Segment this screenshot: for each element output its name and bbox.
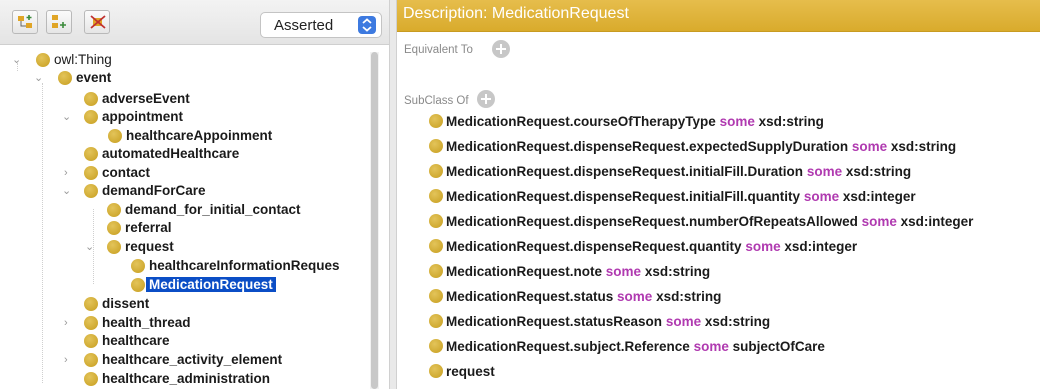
tree-node-label: dissent	[102, 296, 150, 311]
class-icon	[84, 316, 98, 330]
chevron-down-icon[interactable]: ⌄	[62, 112, 72, 123]
tree-node-label: appointment	[102, 109, 183, 124]
class-icon	[84, 372, 98, 386]
add-subclass-icon	[18, 15, 32, 28]
chevron-down-icon[interactable]: ⌄	[85, 242, 95, 253]
class-tree: ⌄ owl:Thing ⌄ event adverseEvent ⌄ appoi…	[0, 45, 389, 389]
tree-node-label: healthcareInformationReques	[149, 258, 340, 273]
delete-class-icon	[90, 15, 106, 29]
tree-node-label: contact	[102, 165, 151, 180]
chevron-right-icon[interactable]: ›	[64, 355, 74, 366]
tree-node-label: event	[76, 70, 112, 85]
class-icon	[108, 129, 122, 143]
scrollbar-thumb[interactable]	[371, 52, 378, 389]
class-icon	[84, 147, 98, 161]
class-icon	[429, 314, 443, 328]
add-sibling-button[interactable]	[46, 10, 72, 34]
description-panel: Description: MedicationRequest Equivalen…	[397, 0, 1040, 389]
class-icon	[84, 334, 98, 348]
class-icon	[429, 139, 443, 153]
view-mode-select[interactable]: Asserted	[260, 12, 382, 38]
class-icon	[107, 203, 121, 217]
class-icon	[429, 364, 443, 378]
chevron-updown-icon	[358, 16, 376, 34]
add-equivalent-icon[interactable]	[492, 40, 510, 58]
view-mode-value: Asserted	[274, 17, 334, 34]
chevron-right-icon[interactable]: ›	[64, 318, 74, 329]
add-subclass-button[interactable]	[12, 10, 38, 34]
tree-node-label: MedicationRequest	[146, 277, 276, 292]
class-icon	[84, 353, 98, 367]
tree-node-label: healthcare_activity_element	[102, 352, 283, 367]
class-icon	[84, 110, 98, 124]
tree-node-label: automatedHealthcare	[102, 146, 240, 161]
class-icon	[107, 221, 121, 235]
class-icon	[429, 264, 443, 278]
description-header: Description: MedicationRequest	[397, 0, 1040, 32]
class-icon	[58, 71, 72, 85]
class-icon	[131, 278, 145, 292]
class-icon	[429, 114, 443, 128]
equivalent-to-label: Equivalent To	[404, 44, 473, 56]
description-title: Description: MedicationRequest	[403, 5, 629, 22]
class-hierarchy-panel: Asserted ⌄ owl:Thing ⌄ event adverseEven…	[0, 0, 389, 389]
tree-node-label: demandForCare	[102, 183, 206, 198]
tree-node-label: referral	[125, 220, 172, 235]
class-icon	[131, 259, 145, 273]
class-icon	[84, 92, 98, 106]
hierarchy-toolbar: Asserted	[0, 0, 389, 45]
class-icon	[84, 184, 98, 198]
add-superclass-icon[interactable]	[477, 90, 495, 108]
tree-scrollbar[interactable]	[370, 52, 379, 389]
tree-node-label: healthcare	[102, 333, 170, 348]
class-icon	[429, 339, 443, 353]
class-icon	[36, 53, 50, 67]
class-icon	[429, 289, 443, 303]
class-icon	[429, 189, 443, 203]
class-icon	[429, 164, 443, 178]
subclass-of-label: SubClass Of	[404, 95, 469, 107]
tree-node-label: healthcareAppoinment	[126, 128, 273, 143]
class-icon	[84, 297, 98, 311]
tree-node-label: health_thread	[102, 315, 191, 330]
chevron-down-icon[interactable]: ⌄	[62, 186, 72, 197]
class-icon	[107, 240, 121, 254]
chevron-down-icon[interactable]: ⌄	[34, 73, 44, 84]
tree-node-label: request	[125, 239, 174, 254]
add-sibling-icon	[52, 15, 66, 28]
delete-class-button[interactable]	[84, 10, 110, 34]
chevron-down-icon[interactable]: ⌄	[12, 55, 22, 66]
tree-node-label: demand_for_initial_contact	[125, 202, 301, 217]
class-icon	[84, 166, 98, 180]
chevron-right-icon[interactable]: ›	[64, 168, 74, 179]
pane-splitter[interactable]	[389, 0, 397, 389]
class-icon	[429, 214, 443, 228]
class-icon	[429, 239, 443, 253]
tree-node-label: healthcare_administration	[102, 371, 271, 386]
tree-node-label: adverseEvent	[102, 91, 190, 106]
tree-node-label: owl:Thing	[54, 52, 112, 67]
